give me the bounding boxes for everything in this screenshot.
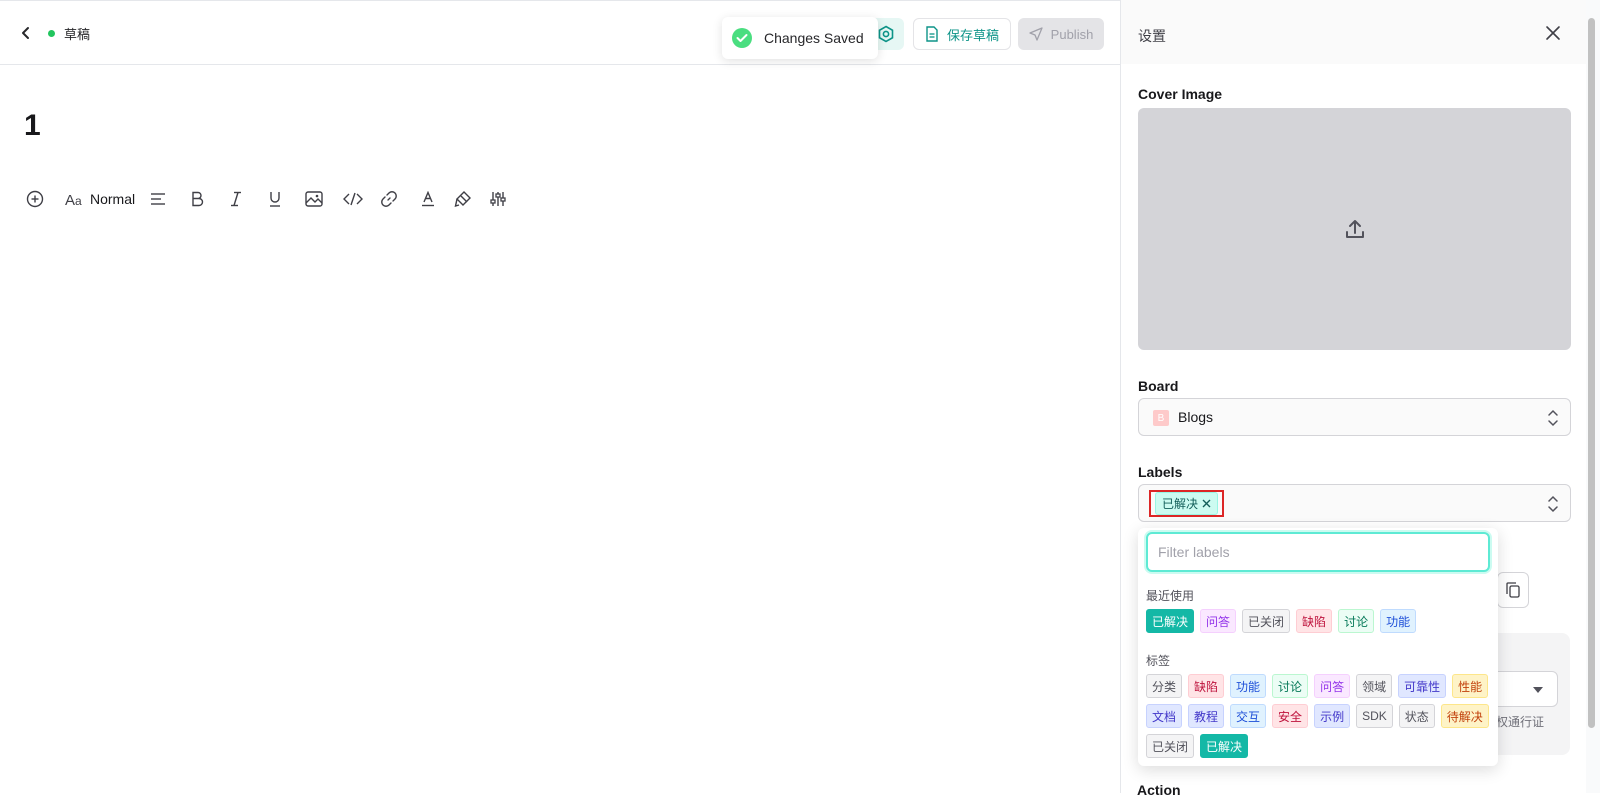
text-color-icon[interactable] xyxy=(417,185,439,213)
scrollbar-thumb[interactable] xyxy=(1588,18,1595,728)
label-option[interactable]: 示例 xyxy=(1314,704,1351,728)
labels-row-1: 分类 缺陷 功能 讨论 问答 领域 可靠性 性能 xyxy=(1146,674,1489,698)
board-select[interactable]: B Blogs xyxy=(1138,398,1571,436)
save-draft-button[interactable]: 保存草稿 xyxy=(913,18,1011,50)
label-option[interactable]: 功能 xyxy=(1230,674,1267,698)
label-option[interactable]: 交互 xyxy=(1230,704,1267,728)
label-option[interactable]: 讨论 xyxy=(1272,674,1309,698)
label-option[interactable]: 功能 xyxy=(1380,609,1417,633)
settings-title: 设置 xyxy=(1138,28,1166,44)
labels-row-3: 已关闭 已解决 xyxy=(1146,734,1249,758)
align-left-icon[interactable] xyxy=(147,185,169,213)
check-circle-icon xyxy=(732,28,752,48)
label-option[interactable]: 问答 xyxy=(1314,674,1351,698)
insert-block-icon[interactable] xyxy=(24,185,46,213)
label-option[interactable]: 状态 xyxy=(1398,704,1435,728)
adjustments-icon[interactable] xyxy=(487,185,509,213)
label-option[interactable]: 待解决 xyxy=(1440,704,1489,728)
label-option[interactable]: 安全 xyxy=(1272,704,1309,728)
label-option[interactable]: 教程 xyxy=(1188,704,1225,728)
editor-area: 草稿 保存草稿 Publish Changes Saved 1 Aa Norma… xyxy=(0,0,1120,793)
settings-icon xyxy=(878,25,894,43)
copy-button[interactable] xyxy=(1497,572,1529,608)
copy-icon xyxy=(1506,582,1520,598)
label-option[interactable]: 讨论 xyxy=(1338,609,1375,633)
chevron-up-down-icon xyxy=(1548,409,1558,427)
label-option[interactable]: 已解决 xyxy=(1200,734,1249,758)
label-option[interactable]: 分类 xyxy=(1146,674,1183,698)
recent-header: 最近使用 xyxy=(1146,589,1195,603)
text-style-icon[interactable]: Aa xyxy=(64,185,86,213)
svg-text:a: a xyxy=(75,194,82,207)
label-option[interactable]: 问答 xyxy=(1200,609,1237,633)
highlight-icon[interactable] xyxy=(452,185,474,213)
status-dot xyxy=(48,30,55,37)
save-draft-label: 保存草稿 xyxy=(946,27,999,43)
bold-icon[interactable] xyxy=(186,185,208,213)
label-option[interactable]: 性能 xyxy=(1452,674,1489,698)
label-option[interactable]: 文档 xyxy=(1146,704,1183,728)
italic-icon[interactable] xyxy=(225,185,247,213)
label-option[interactable]: 已关闭 xyxy=(1146,734,1195,758)
svg-text:A: A xyxy=(65,192,75,207)
label-option[interactable]: 已关闭 xyxy=(1242,609,1291,633)
label-option[interactable]: 缺陷 xyxy=(1188,674,1225,698)
labels-row-2: 文档 教程 交互 安全 示例 SDK 状态 待解决 xyxy=(1146,704,1489,728)
selected-label-chip: 已解决 xyxy=(1149,490,1225,517)
label-option[interactable]: 可靠性 xyxy=(1398,674,1447,698)
changes-saved-toast: Changes Saved xyxy=(722,17,878,59)
editor-topbar: 草稿 保存草稿 Publish xyxy=(0,1,1120,65)
draft-status: 草稿 xyxy=(64,27,91,42)
underline-icon[interactable] xyxy=(264,185,286,213)
text-style-select[interactable]: Normal xyxy=(90,185,135,213)
document-icon xyxy=(926,26,938,42)
access-hint: 权通行证 xyxy=(1496,715,1545,729)
selected-label-text: 已解决 xyxy=(1162,497,1199,511)
code-icon[interactable] xyxy=(342,185,364,213)
selected-label[interactable]: 已解决 xyxy=(1155,492,1219,515)
tags-header: 标签 xyxy=(1146,654,1171,668)
settings-header: 设置 xyxy=(1121,0,1587,64)
filter-labels-input[interactable] xyxy=(1146,532,1490,572)
upload-icon xyxy=(1345,220,1364,238)
board-name: Blogs xyxy=(1178,409,1214,425)
publish-label: Publish xyxy=(1050,26,1094,42)
recent-labels: 已解决 问答 已关闭 缺陷 讨论 功能 xyxy=(1146,609,1417,633)
publish-button[interactable]: Publish xyxy=(1018,18,1104,50)
label-option[interactable]: 缺陷 xyxy=(1296,609,1333,633)
labels-select[interactable]: 已解决 xyxy=(1138,484,1571,522)
cover-image-upload[interactable] xyxy=(1138,108,1571,350)
action-label: Action xyxy=(1137,782,1181,798)
board-badge: B xyxy=(1153,410,1169,426)
toast-message: Changes Saved xyxy=(764,30,864,46)
send-icon xyxy=(1029,27,1043,41)
label-option[interactable]: 领域 xyxy=(1356,674,1393,698)
cover-image-label: Cover Image xyxy=(1138,86,1223,102)
chevron-up-down-icon xyxy=(1548,495,1558,513)
label-option[interactable]: SDK xyxy=(1356,704,1393,728)
board-label: Board xyxy=(1138,378,1179,394)
link-icon[interactable] xyxy=(378,185,400,213)
post-title[interactable]: 1 xyxy=(24,109,41,143)
label-option[interactable]: 已解决 xyxy=(1146,609,1195,633)
editor-toolbar: Aa Normal xyxy=(24,185,509,213)
chevron-left-icon xyxy=(22,27,29,39)
caret-down-icon xyxy=(1533,687,1543,693)
back-button[interactable] xyxy=(16,21,36,45)
access-select[interactable] xyxy=(1490,671,1558,707)
labels-label: Labels xyxy=(1138,464,1183,480)
remove-label-icon[interactable] xyxy=(1202,499,1211,508)
labels-dropdown: 最近使用 已解决问答已关闭缺陷讨论功能 标签 分类缺陷功能讨论问答领域可靠性性能… xyxy=(1138,528,1498,766)
image-icon[interactable] xyxy=(303,185,325,213)
close-icon[interactable] xyxy=(1543,23,1563,43)
